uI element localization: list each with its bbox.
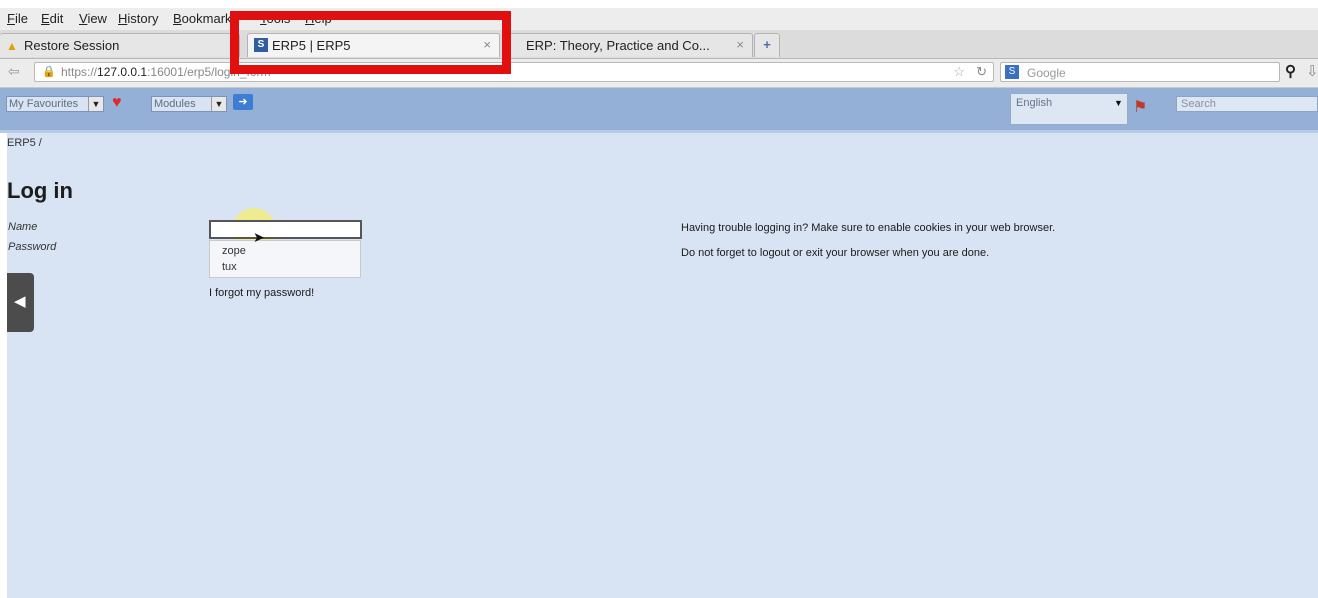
chevron-down-icon[interactable]: ▼ [1114, 98, 1123, 108]
chevron-down-icon: ▼ [88, 97, 103, 111]
menu-history[interactable]: History [118, 11, 158, 26]
sidebar-toggle-button[interactable]: ◀ [7, 273, 34, 332]
help-trouble-text: Having trouble logging in? Make sure to … [681, 222, 1056, 234]
name-label: Name [8, 221, 38, 233]
forgot-password-link[interactable]: I forgot my password! [209, 287, 314, 299]
modules-label: Modules [154, 98, 196, 110]
mouse-cursor-icon: ➤ [253, 229, 265, 245]
download-icon[interactable]: ⇩ [1306, 62, 1318, 80]
folder-icon[interactable]: ➜ [233, 94, 253, 110]
search-engine-placeholder: Google [1027, 66, 1066, 80]
close-tab-icon[interactable]: × [736, 37, 744, 52]
tab-restore-session[interactable]: ▲ Restore Session [0, 33, 240, 57]
tab-label: Restore Session [24, 38, 120, 53]
modules-select[interactable]: Modules ▼ [151, 96, 227, 112]
menu-view[interactable]: View [79, 11, 107, 26]
new-tab-button[interactable]: + [754, 33, 780, 57]
tab-label: ERP: Theory, Practice and Co... [526, 38, 710, 53]
reload-icon[interactable]: ↻ [976, 64, 987, 80]
language-select[interactable]: English [1010, 93, 1128, 125]
content-area [7, 133, 1318, 598]
tab-bar: ▲ Restore Session S ERP5 | ERP5 × ERP: T… [0, 30, 1318, 59]
bookmark-star-icon[interactable]: ☆ [953, 64, 965, 80]
heart-icon[interactable]: ♥ [112, 94, 122, 112]
autocomplete-option-tux[interactable]: tux [222, 261, 237, 273]
autocomplete-dropdown: zope tux [209, 240, 361, 278]
url-bar[interactable]: 🔒 https://127.0.0.1:16001/erp5/login_for… [34, 62, 994, 82]
favourites-label: My Favourites [9, 98, 79, 110]
globe-icon[interactable]: ⚑ [1133, 97, 1147, 117]
name-input[interactable] [209, 220, 362, 239]
back-arrow-icon[interactable]: ⇦ [8, 63, 20, 80]
warning-icon: ▲ [6, 39, 18, 53]
breadcrumb[interactable]: ERP5 / [7, 137, 42, 149]
tab-erp-theory[interactable]: ERP: Theory, Practice and Co... × [503, 33, 753, 57]
search-engine-icon: S [1005, 65, 1019, 79]
search-magnifier-icon[interactable]: ⚲ [1285, 62, 1296, 80]
chevron-left-icon: ◀ [14, 293, 26, 310]
password-label: Password [8, 241, 57, 253]
menu-edit[interactable]: Edit [41, 11, 63, 26]
autocomplete-option-zope[interactable]: zope [222, 245, 246, 257]
language-label: English [1016, 97, 1053, 109]
annotation-highlight-box [230, 11, 511, 74]
search-engine-box[interactable]: S Google [1000, 62, 1280, 82]
favourites-select[interactable]: My Favourites ▼ [6, 96, 104, 112]
menu-file[interactable]: File [7, 11, 28, 26]
chevron-down-icon: ▼ [211, 97, 226, 111]
menu-bookmarks[interactable]: Bookmarks [173, 11, 238, 26]
help-logout-text: Do not forget to logout or exit your bro… [681, 247, 990, 259]
page-title: Log in [7, 178, 73, 203]
lock-icon: 🔒 [42, 66, 56, 78]
menu-bar: File Edit View History Bookmarks Tools H… [0, 8, 1318, 30]
erp-search-input[interactable]: Search [1176, 96, 1318, 112]
